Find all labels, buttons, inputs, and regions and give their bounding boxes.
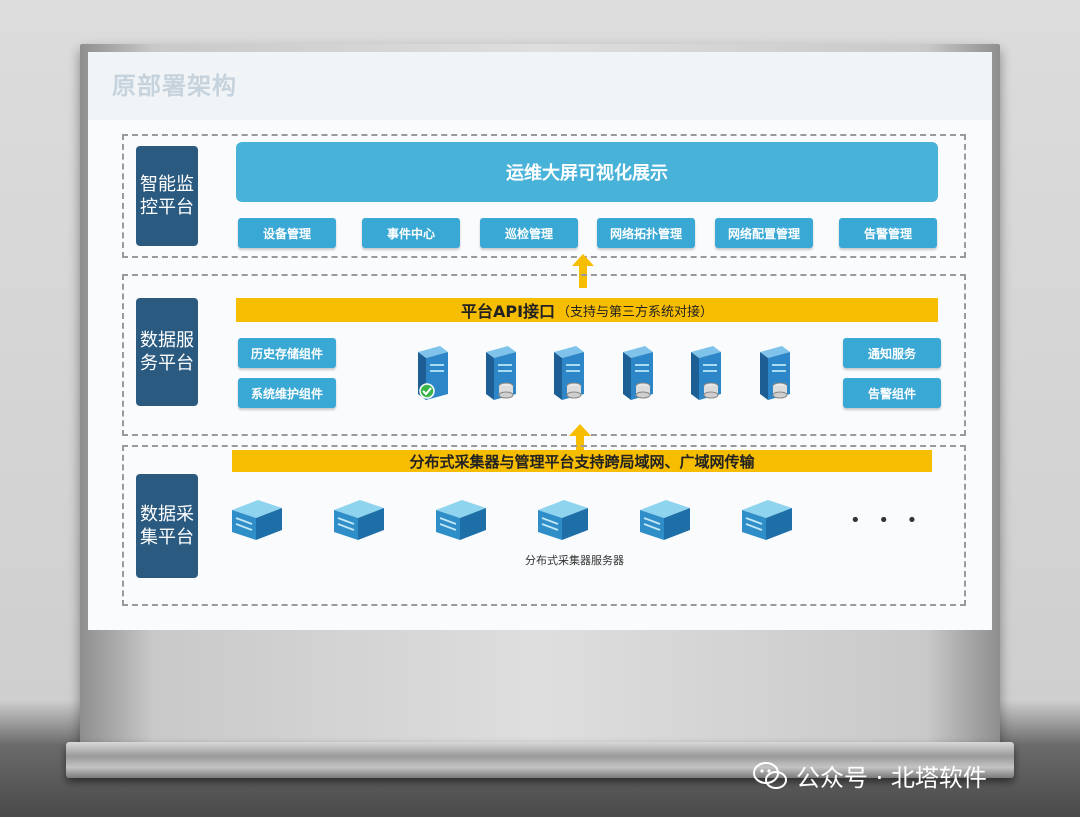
slide-screen: 原部署架构 智能监控平台 运维大屏可视化展示 设备管理 事件中心 巡检管理 网络… [88,52,992,630]
database-server-icon [554,346,584,400]
module-alarm-management: 告警管理 [839,218,937,248]
rack-server-icon [538,500,588,540]
rack-server-icon [640,500,690,540]
system-maintenance-component: 系统维护组件 [238,378,336,408]
rack-server-icon [232,500,282,540]
slide-title: 原部署架构 [112,72,237,100]
module-event-center: 事件中心 [362,218,460,248]
module-config-management: 网络配置管理 [715,218,813,248]
rack-server-icon [334,500,384,540]
collector-caption: 分布式采集器服务器 [525,554,624,567]
rack-server-icon [436,500,486,540]
database-server-icon [691,346,721,400]
data-collection-label: 数据采集平台 [136,474,198,578]
api-interface-bar: 平台API接口 （支持与第三方系统对接） [236,298,938,322]
database-server-icon [760,346,790,400]
visualization-banner: 运维大屏可视化展示 [236,142,938,202]
data-service-label: 数据服务平台 [136,298,198,406]
api-bar-note: （支持与第三方系统对接） [557,304,714,320]
module-inspection-management: 巡检管理 [480,218,578,248]
module-topology-management: 网络拓扑管理 [597,218,695,248]
watermark: 公众号 · 北塔软件 [752,758,987,793]
database-server-icon [623,346,653,400]
api-bar-main: 平台API接口 [460,302,556,321]
wechat-icon [753,761,787,789]
rack-server-icon [742,500,792,540]
more-dots: • • • [850,510,924,531]
collector-transmission-bar: 分布式采集器与管理平台支持跨局域网、广域网传输 [232,450,932,472]
module-device-management: 设备管理 [238,218,336,248]
alarm-component: 告警组件 [843,378,941,408]
server-tower-icon [418,346,448,400]
smart-monitor-label: 智能监控平台 [136,146,198,246]
history-storage-component: 历史存储组件 [238,338,336,368]
notification-service: 通知服务 [843,338,941,368]
database-server-icon [486,346,516,400]
watermark-text: 公众号 · 北塔软件 [796,764,987,792]
